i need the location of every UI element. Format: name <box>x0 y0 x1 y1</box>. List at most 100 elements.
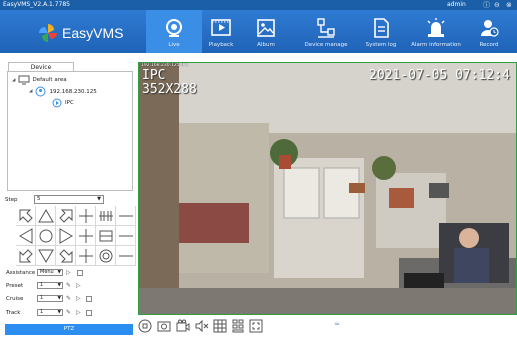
tree-area-label: Default area <box>32 77 67 83</box>
chevron-down-icon: ▼ <box>57 283 61 288</box>
system-log-icon <box>374 18 389 38</box>
video-record-icon <box>176 319 190 332</box>
edit-pencil-icon[interactable]: ✎ <box>66 282 71 289</box>
plus-icon <box>78 228 93 243</box>
focus-minus-button[interactable] <box>116 246 136 266</box>
nav-record[interactable]: Record <box>461 10 517 53</box>
ptz-down-button[interactable] <box>36 246 56 266</box>
ptz-down-right-button[interactable] <box>56 246 76 266</box>
stop-icon[interactable] <box>86 296 92 302</box>
nav-record-label: Record <box>479 42 499 48</box>
expand-arrow-icon[interactable]: ◢ <box>12 78 15 83</box>
cruise-select[interactable]: 1 ▼ <box>37 295 63 302</box>
main-nav-bar: EasyVMS Live Playback Album Device manag… <box>0 10 517 53</box>
target-icon <box>99 249 112 262</box>
app-name: EasyVMS <box>62 25 124 41</box>
assistance-select[interactable]: Menu ▼ <box>37 269 63 276</box>
zoom-out-button[interactable] <box>116 206 136 226</box>
help-icon[interactable]: ⓘ <box>483 0 490 10</box>
collapse-toolbar-icon[interactable]: ≈ <box>334 320 340 328</box>
split-9-button[interactable] <box>231 319 245 333</box>
arrow-down-left-icon <box>19 248 33 262</box>
play-icon[interactable]: ▷ <box>76 282 81 289</box>
camera-channel-icon <box>52 98 62 108</box>
ptz-center-button[interactable] <box>36 226 56 246</box>
nav-device-manage[interactable]: Device manage <box>298 10 354 53</box>
track-select[interactable]: 1 ▼ <box>37 309 63 316</box>
split-4-button[interactable] <box>213 319 227 333</box>
device-tree: ◢ Default area ◢ 192.168.230.125 IPC <box>7 71 133 191</box>
multi-grid-icon <box>232 319 244 333</box>
focus-near-button[interactable] <box>96 206 116 226</box>
osd-timestamp: 2021-07-05 07:12:4 <box>369 68 510 83</box>
minus-icon <box>118 235 133 236</box>
step-select[interactable]: 5 ▼ <box>34 195 104 204</box>
mute-button[interactable] <box>195 319 209 333</box>
track-label: Track <box>6 310 21 316</box>
fullscreen-button[interactable] <box>249 319 263 333</box>
nav-alarm-information[interactable]: Alarm information <box>408 10 464 53</box>
tree-node-device[interactable]: ◢ 192.168.230.125 <box>29 86 97 97</box>
pinwheel-logo-icon <box>39 24 57 42</box>
monitor-icon <box>18 75 30 85</box>
chevron-down-icon: ▼ <box>97 196 101 202</box>
stop-icon[interactable] <box>86 310 92 316</box>
iris-open-button[interactable] <box>76 226 96 246</box>
playback-icon <box>211 19 231 36</box>
iris-button[interactable] <box>96 226 116 246</box>
step-value: 5 <box>37 196 41 202</box>
play-icon[interactable]: ▷ <box>66 269 71 276</box>
tree-node-channel[interactable]: IPC <box>52 98 74 108</box>
stop-circle-icon <box>138 319 152 333</box>
album-icon <box>257 19 275 37</box>
edit-pencil-icon[interactable]: ✎ <box>66 309 71 316</box>
arrow-left-icon <box>18 227 32 244</box>
nav-alarm-information-label: Alarm information <box>411 42 461 48</box>
osd-resolution: 352X288 <box>142 82 197 97</box>
minimize-icon[interactable]: ⊖ <box>494 0 500 10</box>
stop-preview-button[interactable] <box>138 319 152 333</box>
iris-close-button[interactable] <box>116 226 136 246</box>
ptz-left-button[interactable] <box>16 226 36 246</box>
ptz-up-button[interactable] <box>36 206 56 226</box>
title-bar: EasyVMS_V2.A.1.7785 admin ⓘ ⊖ ⊗ <box>0 0 517 10</box>
close-icon[interactable]: ⊗ <box>506 0 512 10</box>
expand-arrow-icon[interactable]: ◢ <box>29 89 32 94</box>
camera-feed-image <box>139 63 516 314</box>
arrow-up-icon <box>37 208 54 222</box>
ptz-down-left-button[interactable] <box>16 246 36 266</box>
preset-select[interactable]: 1 ▼ <box>37 282 63 289</box>
assistance-label: Assistance <box>6 270 36 276</box>
play-icon[interactable]: ▷ <box>76 309 81 316</box>
zoom-in-button[interactable] <box>76 206 96 226</box>
live-video-view[interactable]: 192.168.230.125-IPC IPC 352X288 2021-07-… <box>138 62 517 315</box>
cruise-value: 1 <box>40 295 44 301</box>
record-button[interactable] <box>176 319 190 333</box>
auto-focus-button[interactable] <box>96 246 116 266</box>
device-manage-icon <box>317 18 335 38</box>
circle-icon <box>39 229 52 242</box>
play-icon[interactable]: ▷ <box>76 295 81 302</box>
nav-system-log[interactable]: System log <box>353 10 409 53</box>
edit-pencil-icon[interactable]: ✎ <box>66 295 71 302</box>
tree-node-default-area[interactable]: ◢ Default area <box>12 75 67 85</box>
ptz-up-right-button[interactable] <box>56 206 76 226</box>
app-logo: EasyVMS <box>38 23 123 43</box>
snapshot-button[interactable] <box>157 319 171 333</box>
focus-icon <box>98 210 113 221</box>
ptz-collapse-bar[interactable]: PTZ <box>5 324 133 335</box>
arrow-down-icon <box>37 249 54 263</box>
arrow-down-right-icon <box>58 248 72 262</box>
ptz-up-left-button[interactable] <box>16 206 36 226</box>
minus-icon <box>118 215 133 216</box>
nav-album[interactable]: Album <box>238 10 294 53</box>
focus-far-button[interactable] <box>76 246 96 266</box>
osd-channel-name: IPC <box>142 68 166 83</box>
ptz-right-button[interactable] <box>56 226 76 246</box>
stop-icon[interactable] <box>77 270 83 276</box>
assistance-value: Menu <box>40 269 54 275</box>
track-value: 1 <box>40 309 44 315</box>
chevron-down-icon: ▼ <box>57 296 61 301</box>
plus-icon <box>78 248 93 263</box>
tree-device-ip: 192.168.230.125 <box>49 88 97 95</box>
